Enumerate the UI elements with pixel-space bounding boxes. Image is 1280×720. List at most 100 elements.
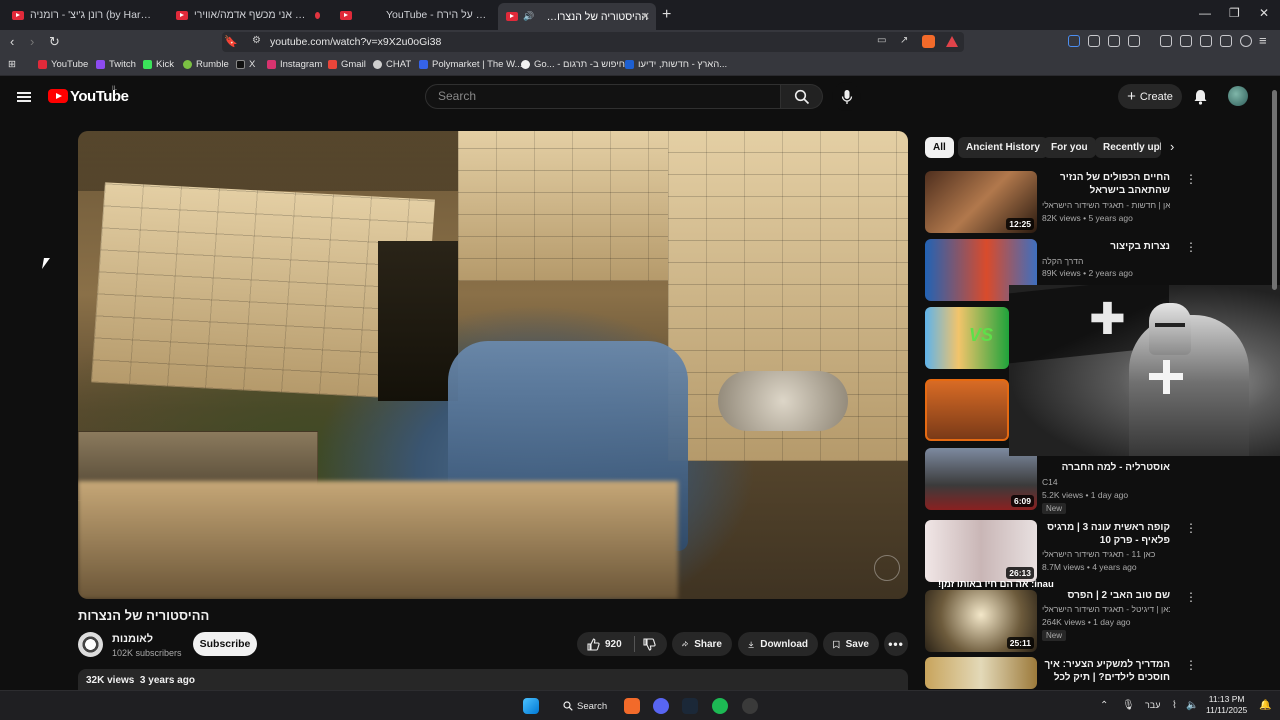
recommendation-channel[interactable]: כאן | דיגיטל - תאגיד השידור הישראלי [1042,604,1170,614]
chip-all[interactable]: All [925,137,954,158]
bookmark-chat[interactable]: CHAT [373,59,411,70]
bookmark-twitch[interactable]: Twitch [96,59,136,70]
recommendation-thumbnail[interactable]: 26:13 [925,520,1037,582]
more-actions-button[interactable]: ••• [884,632,908,656]
chip-recently-uploaded[interactable]: Recently uploaded [1095,137,1161,158]
extension-box-icon[interactable] [1128,35,1140,47]
site-info-icon[interactable]: ⚙ [252,35,261,46]
chip-for-you[interactable]: For you [1043,137,1096,158]
microphone-tray-icon[interactable]: 🎙 [1122,700,1135,711]
browser-tab-3[interactable] [332,4,362,26]
account-avatar[interactable] [1228,86,1248,106]
new-tab-button[interactable]: + [662,6,671,24]
recommendation-thumbnail[interactable] [925,657,1037,689]
more-vertical-icon[interactable]: ⋮ [1185,521,1197,535]
recommendation-channel[interactable]: הדרך הקלה [1042,256,1170,266]
recommendation-channel[interactable]: C14 [1042,477,1170,487]
download-button[interactable]: Download [738,632,818,656]
vpn-icon[interactable] [1240,35,1252,47]
bookmark-kick[interactable]: Kick [143,59,174,70]
bookmark-instagram[interactable]: Instagram [267,59,322,70]
bookmark-x[interactable]: X [236,59,255,70]
extension-audio-icon[interactable] [1068,35,1080,47]
recommendation-title[interactable]: אוסטרליה - למה החברה נשאה את... [1042,461,1170,475]
subscribe-button[interactable]: Subscribe [193,632,257,656]
recommendation-thumbnail[interactable]: VS [925,307,1009,369]
bookmark-google-translate[interactable]: Go... - חיפוש ב- תרגום [521,59,625,70]
recommendation-title[interactable]: שם טוב האבי 2 | הפרס המזל [1042,589,1170,603]
apps-grid-icon[interactable]: ⊞ [8,59,16,70]
recommendation-title[interactable]: החיים הכפולים של הנזיר שהתאהב בישראל [1042,171,1170,198]
more-vertical-icon[interactable]: ⋮ [1185,590,1197,604]
ai-icon[interactable] [1220,35,1232,47]
minimize-icon[interactable]: — [1199,6,1211,20]
more-vertical-icon[interactable]: ⋮ [1185,240,1197,254]
media-icon[interactable] [1160,35,1172,47]
share-page-icon[interactable]: ↗ [900,35,908,46]
restore-icon[interactable]: ❐ [1229,6,1240,20]
bookmark-haaretz[interactable]: הארץ - חדשות, ידיעו... [625,59,727,70]
speaker-icon[interactable]: 🔊 [523,11,534,22]
taskbar-search[interactable]: Search [557,696,609,716]
create-button[interactable]: + Create [1118,84,1182,109]
channel-avatar[interactable] [78,632,103,657]
spotify-icon[interactable] [712,698,728,714]
hamburger-menu-icon[interactable] [17,92,31,102]
search-input[interactable] [438,89,758,103]
recommendation-title[interactable]: המדריך למשקיע הצעיר: איך חוסכים לילדים? … [1042,658,1170,685]
bookmark-polymarket[interactable]: Polymarket | The W... [419,59,522,70]
description-box[interactable]: 32K views 3 years ago [78,669,908,691]
close-tab-icon[interactable]: ✕ [641,10,650,23]
reload-icon[interactable]: ↻ [49,34,60,50]
system-clock[interactable]: 11:13 PM 11/11/2025 [1206,694,1247,716]
browser-tab-1[interactable]: רונן ג'יצ' - רומניה (by Harel Sandrusi [4,4,162,26]
channel-name[interactable]: לאומנות [112,633,153,645]
tray-overflow-icon[interactable]: ⌃ [1100,700,1108,711]
cast-icon[interactable]: ▭ [877,35,886,46]
notifications-bell-icon[interactable] [1193,89,1208,105]
discord-icon[interactable] [653,698,669,714]
browser-tab-4[interactable]: YouTube - דניסה טל על הירח [372,4,496,26]
bookmark-page-icon[interactable]: 🔖 [224,35,238,48]
save-button[interactable]: Save [823,632,879,656]
address-bar[interactable]: 🔖 ⚙ youtube.com/watch?v=x9X2u0oGi38 ▭ ↗ [222,32,964,52]
like-button[interactable]: 920 [587,637,622,651]
channel-watermark-icon[interactable] [874,555,900,581]
search-button[interactable] [781,84,823,109]
share-button[interactable]: Share [672,632,732,656]
recommendation-thumbnail[interactable]: 6:09 [925,448,1037,510]
recommendation-thumbnail[interactable]: 25:11 [925,590,1037,652]
voice-search-button[interactable] [832,82,861,111]
more-vertical-icon[interactable]: ⋮ [1185,658,1197,672]
recommendation-title[interactable]: קופה ראשית עונה 3 | מרגיס פלאיף - פרק 10 [1042,521,1170,548]
video-player[interactable] [78,131,908,599]
menu-icon[interactable]: ≡ [1259,33,1267,48]
bookmark-rumble[interactable]: Rumble [183,59,229,70]
recommendation-title[interactable]: נצרות בקיצור [1042,240,1170,254]
chevron-right-icon[interactable]: › [1170,139,1174,154]
extension-shield-icon[interactable] [1088,35,1100,47]
app-icon[interactable] [742,698,758,714]
wifi-icon[interactable]: ⌇ [1172,700,1177,711]
volume-icon[interactable]: 🔈 [1186,700,1198,711]
windows-start-icon[interactable] [523,698,539,714]
steam-icon[interactable] [682,698,698,714]
thumbs-down-icon[interactable] [643,637,656,651]
recommendation-thumbnail[interactable]: 12:25 [925,171,1037,233]
extensions-puzzle-icon[interactable] [1108,35,1120,47]
back-icon[interactable]: ‹ [10,34,14,49]
chip-ancient-history[interactable]: Ancient History [958,137,1048,158]
page-scrollbar[interactable] [1272,90,1277,290]
input-language[interactable]: עבר [1145,700,1160,710]
sidebar-icon[interactable] [1180,35,1192,47]
youtube-logo-text[interactable]: YouTube [70,88,129,105]
youtube-logo-icon[interactable] [48,89,68,103]
more-vertical-icon[interactable]: ⋮ [1185,172,1197,186]
recommendation-channel[interactable]: כאן | חדשות - תאגיד השידור הישראלי [1042,200,1170,210]
recommendation-channel[interactable]: כאן 11 - תאגיד השידור הישראלי [1042,549,1170,559]
brave-shields-icon[interactable] [922,35,935,48]
bookmark-youtube[interactable]: YouTube [38,59,88,70]
brave-browser-icon[interactable] [624,698,640,714]
wallet-icon[interactable] [1200,35,1212,47]
bookmark-gmail[interactable]: Gmail [328,59,366,70]
